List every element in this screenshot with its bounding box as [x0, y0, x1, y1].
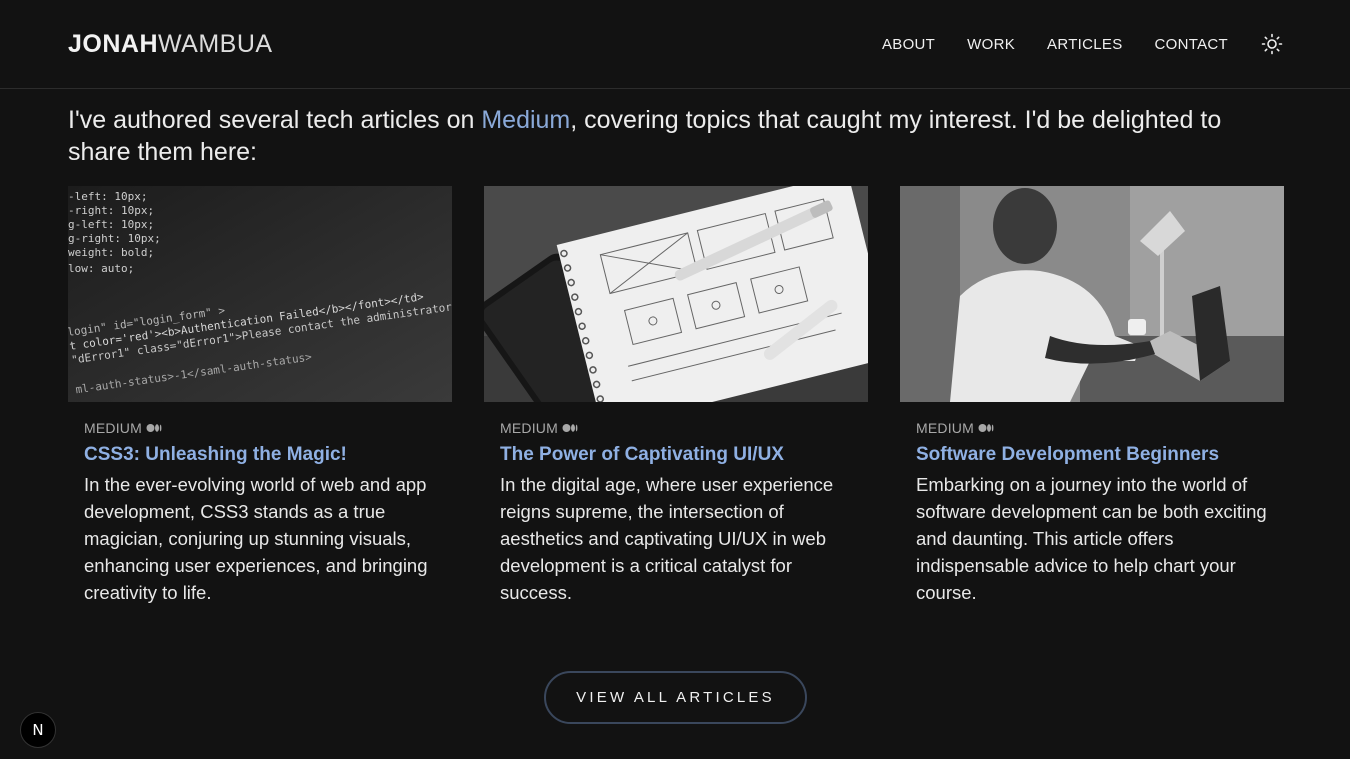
- nav-articles[interactable]: ARTICLES: [1047, 36, 1122, 53]
- article-title[interactable]: The Power of Captivating UI/UX: [500, 443, 852, 467]
- article-source-label: MEDIUM: [500, 420, 558, 436]
- code-line: g-right: 10px;: [68, 232, 161, 245]
- article-source-label: MEDIUM: [916, 420, 974, 436]
- code-line: g-left: 10px;: [68, 218, 154, 231]
- nav-work[interactable]: WORK: [967, 36, 1015, 53]
- article-source: MEDIUM: [500, 420, 868, 436]
- article-source: MEDIUM: [916, 420, 1284, 436]
- medium-logo-icon: [562, 424, 578, 432]
- article-image-code[interactable]: -left: 10px; -right: 10px; g-left: 10px;…: [68, 186, 452, 402]
- sun-icon: [1261, 33, 1283, 55]
- medium-logo-icon: [978, 424, 994, 432]
- site-logo[interactable]: JONAHWAMBUA: [68, 30, 273, 59]
- article-source-label: MEDIUM: [84, 420, 142, 436]
- article-card[interactable]: MEDIUM Software Development Beginners Em…: [900, 186, 1284, 606]
- nav-contact[interactable]: CONTACT: [1155, 36, 1228, 53]
- nav-about[interactable]: ABOUT: [882, 36, 935, 53]
- code-line: -right: 10px;: [68, 204, 154, 217]
- medium-link[interactable]: Medium: [481, 106, 570, 134]
- code-line: low: auto;: [68, 262, 134, 275]
- medium-logo-icon: [146, 424, 162, 432]
- article-description: Embarking on a journey into the world of…: [916, 474, 1267, 603]
- logo-last-name: WAMBUA: [158, 29, 273, 58]
- code-line: weight: bold;: [68, 246, 154, 259]
- view-all-articles-button[interactable]: VIEW ALL ARTICLES: [544, 671, 807, 724]
- code-line: -left: 10px;: [68, 190, 147, 203]
- article-title[interactable]: CSS3: Unleashing the Magic!: [84, 443, 436, 467]
- logo-first-name: JONAH: [68, 29, 159, 58]
- main-nav: ABOUT WORK ARTICLES CONTACT: [882, 33, 1283, 55]
- article-source: MEDIUM: [84, 420, 452, 436]
- articles-grid: -left: 10px; -right: 10px; g-left: 10px;…: [68, 186, 1284, 606]
- article-card[interactable]: -left: 10px; -right: 10px; g-left: 10px;…: [68, 186, 452, 606]
- article-image-wireframe[interactable]: [484, 186, 868, 402]
- article-description: In the digital age, where user experienc…: [500, 474, 834, 603]
- nextjs-logo-icon: N: [32, 721, 43, 739]
- theme-toggle-button[interactable]: [1261, 33, 1283, 55]
- nextjs-dev-badge[interactable]: N: [20, 712, 56, 748]
- articles-intro: I've authored several tech articles on M…: [68, 104, 1288, 168]
- intro-text-start: I've authored several tech articles on: [68, 106, 482, 134]
- article-description: In the ever-evolving world of web and ap…: [84, 474, 428, 603]
- badge-letter: N: [32, 721, 43, 739]
- site-header: JONAHWAMBUA ABOUT WORK ARTICLES CONTACT: [0, 0, 1350, 89]
- article-title[interactable]: Software Development Beginners: [916, 443, 1268, 467]
- article-card[interactable]: MEDIUM The Power of Captivating UI/UX In…: [484, 186, 868, 606]
- article-image-developer[interactable]: [900, 186, 1284, 402]
